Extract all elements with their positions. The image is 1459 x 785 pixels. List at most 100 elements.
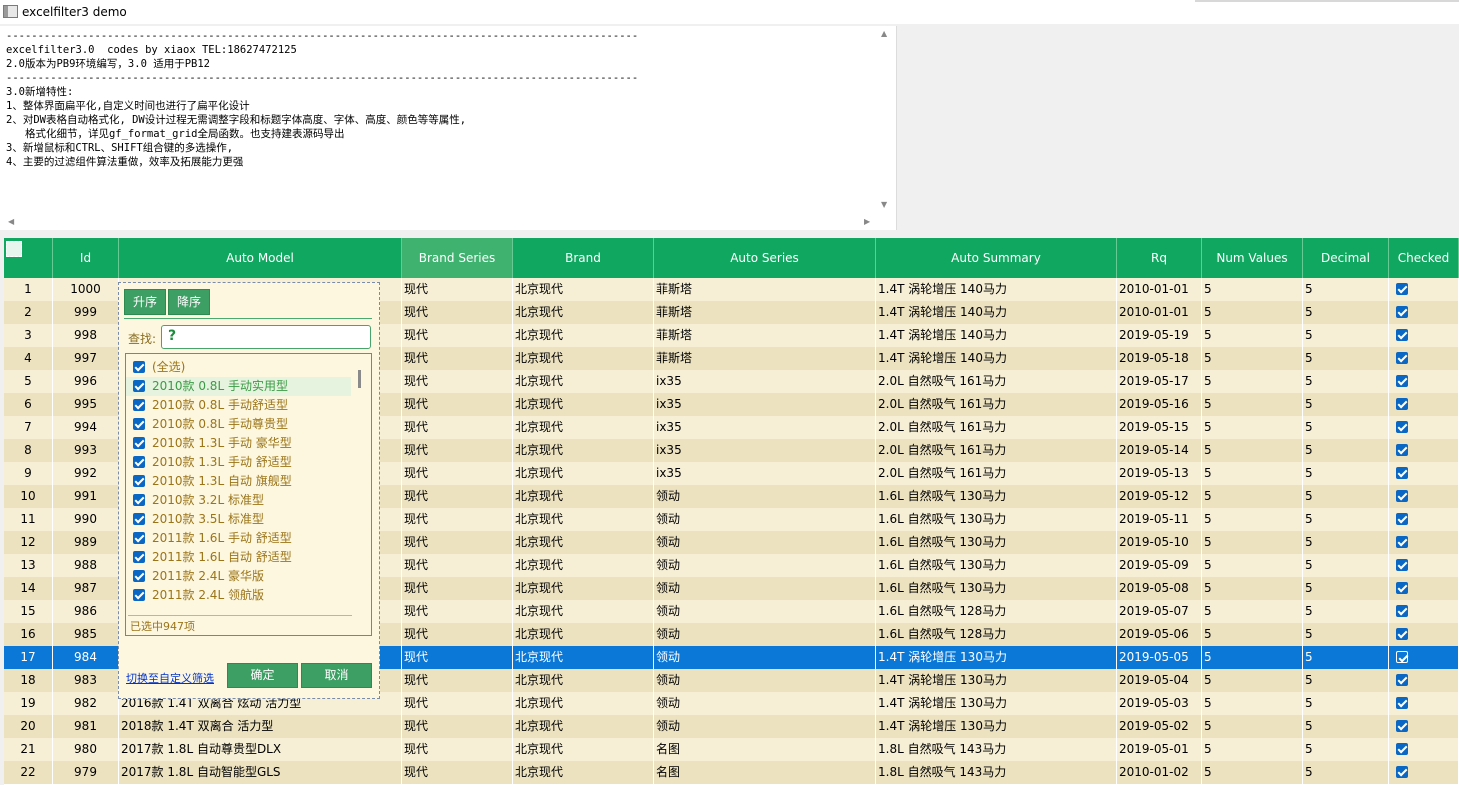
checkbox-checked-icon[interactable] <box>1396 582 1408 594</box>
checked-cell[interactable] <box>1389 462 1459 485</box>
decimal-values-cell[interactable]: 5 <box>1303 738 1389 761</box>
brand-series-cell[interactable]: 现代 <box>402 324 513 347</box>
num-values-cell[interactable]: 5 <box>1202 370 1303 393</box>
auto-summary-cell[interactable]: 1.4T 涡轮增压 140马力 <box>876 301 1117 324</box>
brand-series-cell[interactable]: 现代 <box>402 692 513 715</box>
checkbox-checked-icon[interactable] <box>1396 651 1408 663</box>
checkbox-checked-icon[interactable] <box>133 361 145 373</box>
select-all-checkbox[interactable] <box>6 241 22 257</box>
row-number[interactable]: 1 <box>4 278 53 301</box>
rq-cell[interactable]: 2019-05-02 <box>1117 715 1202 738</box>
brand-series-cell[interactable]: 现代 <box>402 646 513 669</box>
brand-cell[interactable]: 北京现代 <box>513 738 654 761</box>
checkbox-checked-icon[interactable] <box>1396 720 1408 732</box>
brand-cell[interactable]: 北京现代 <box>513 600 654 623</box>
brand-series-cell[interactable]: 现代 <box>402 600 513 623</box>
auto-series-cell[interactable]: ix35 <box>654 370 876 393</box>
checkbox-checked-icon[interactable] <box>1396 444 1408 456</box>
filter-list-item[interactable]: 2011款 2.4L 豪华版 <box>126 567 351 586</box>
checkbox-checked-icon[interactable] <box>1396 352 1408 364</box>
checked-cell[interactable] <box>1389 577 1459 600</box>
checkbox-checked-icon[interactable] <box>1396 743 1408 755</box>
auto-series-cell[interactable]: 菲斯塔 <box>654 301 876 324</box>
auto-summary-cell[interactable]: 2.0L 自然吸气 161马力 <box>876 370 1117 393</box>
rq-cell[interactable]: 2019-05-05 <box>1117 646 1202 669</box>
num-values-cell[interactable]: 5 <box>1202 278 1303 301</box>
checkbox-checked-icon[interactable] <box>1396 628 1408 640</box>
row-number[interactable]: 19 <box>4 692 53 715</box>
filter-list-item[interactable]: 2010款 1.3L 手动 豪华型 <box>126 434 351 453</box>
checked-cell[interactable] <box>1389 439 1459 462</box>
custom-filter-link[interactable]: 切换至自定义筛选 <box>126 670 214 686</box>
filter-value-list[interactable]: 已选中947项 (全选) 2010款 0.8L 手动实用型 2010款 0.8L 手… <box>125 353 372 636</box>
auto-summary-cell[interactable]: 2.0L 自然吸气 161马力 <box>876 393 1117 416</box>
filter-list-item[interactable]: 2010款 0.8L 手动实用型 <box>126 377 351 396</box>
decimal-values-cell[interactable]: 5 <box>1303 278 1389 301</box>
checkbox-checked-icon[interactable] <box>1396 559 1408 571</box>
checkbox-checked-icon[interactable] <box>1396 490 1408 502</box>
row-number[interactable]: 2 <box>4 301 53 324</box>
auto-summary-cell[interactable]: 1.4T 涡轮增压 140马力 <box>876 347 1117 370</box>
id-cell[interactable]: 986 <box>53 600 119 623</box>
brand-series-cell[interactable]: 现代 <box>402 393 513 416</box>
num-values-cell[interactable]: 5 <box>1202 577 1303 600</box>
auto-summary-cell[interactable]: 1.4T 涡轮增压 130马力 <box>876 692 1117 715</box>
checked-cell[interactable] <box>1389 393 1459 416</box>
brand-series-cell[interactable]: 现代 <box>402 439 513 462</box>
id-cell[interactable]: 982 <box>53 692 119 715</box>
id-cell[interactable]: 989 <box>53 531 119 554</box>
header-num-values[interactable]: Num Values <box>1202 238 1303 278</box>
filter-list-item[interactable]: 2010款 1.3L 手动 舒适型 <box>126 453 351 472</box>
header-rq[interactable]: Rq <box>1117 238 1202 278</box>
decimal-values-cell[interactable]: 5 <box>1303 462 1389 485</box>
auto-model-cell[interactable]: 2017款 1.8L 自动智能型GLS <box>119 761 402 784</box>
filter-list-item[interactable]: 2010款 3.2L 标准型 <box>126 491 351 510</box>
row-number[interactable]: 4 <box>4 347 53 370</box>
checkbox-checked-icon[interactable] <box>1396 766 1408 778</box>
decimal-values-cell[interactable]: 5 <box>1303 692 1389 715</box>
decimal-values-cell[interactable]: 5 <box>1303 669 1389 692</box>
rq-cell[interactable]: 2019-05-13 <box>1117 462 1202 485</box>
filter-list-item[interactable]: 2011款 1.6L 自动 舒适型 <box>126 548 351 567</box>
num-values-cell[interactable]: 5 <box>1202 439 1303 462</box>
brand-cell[interactable]: 北京现代 <box>513 416 654 439</box>
auto-series-cell[interactable]: 领动 <box>654 715 876 738</box>
row-number[interactable]: 9 <box>4 462 53 485</box>
header-id[interactable]: Id <box>53 238 119 278</box>
sort-ascending-button[interactable]: 升序 <box>124 289 166 315</box>
checkbox-checked-icon[interactable] <box>1396 674 1408 686</box>
scroll-left-icon[interactable]: ◀ <box>8 217 14 226</box>
id-cell[interactable]: 987 <box>53 577 119 600</box>
auto-series-cell[interactable]: ix35 <box>654 416 876 439</box>
num-values-cell[interactable]: 5 <box>1202 531 1303 554</box>
brand-cell[interactable]: 北京现代 <box>513 692 654 715</box>
memo-vertical-scrollbar[interactable]: ▲ ▼ <box>878 26 894 216</box>
scroll-up-icon[interactable]: ▲ <box>881 29 887 38</box>
rq-cell[interactable]: 2019-05-15 <box>1117 416 1202 439</box>
id-cell[interactable]: 996 <box>53 370 119 393</box>
auto-series-cell[interactable]: 领动 <box>654 669 876 692</box>
auto-series-cell[interactable]: 领动 <box>654 646 876 669</box>
id-cell[interactable]: 991 <box>53 485 119 508</box>
rq-cell[interactable]: 2010-01-01 <box>1117 278 1202 301</box>
scroll-right-icon[interactable]: ▶ <box>864 217 870 226</box>
rq-cell[interactable]: 2019-05-11 <box>1117 508 1202 531</box>
id-cell[interactable]: 1000 <box>53 278 119 301</box>
brand-cell[interactable]: 北京现代 <box>513 324 654 347</box>
num-values-cell[interactable]: 5 <box>1202 347 1303 370</box>
id-cell[interactable]: 988 <box>53 554 119 577</box>
id-cell[interactable]: 990 <box>53 508 119 531</box>
auto-summary-cell[interactable]: 2.0L 自然吸气 161马力 <box>876 462 1117 485</box>
id-cell[interactable]: 984 <box>53 646 119 669</box>
header-brand[interactable]: Brand <box>513 238 654 278</box>
brand-cell[interactable]: 北京现代 <box>513 347 654 370</box>
filter-list-item[interactable]: 2011款 1.6L 手动 舒适型 <box>126 529 351 548</box>
auto-series-cell[interactable]: 领动 <box>654 600 876 623</box>
brand-series-cell[interactable]: 现代 <box>402 623 513 646</box>
row-number[interactable]: 17 <box>4 646 53 669</box>
checkbox-checked-icon[interactable] <box>133 380 145 392</box>
auto-series-cell[interactable]: 名图 <box>654 738 876 761</box>
auto-series-cell[interactable]: ix35 <box>654 462 876 485</box>
auto-summary-cell[interactable]: 1.6L 自然吸气 128马力 <box>876 623 1117 646</box>
num-values-cell[interactable]: 5 <box>1202 646 1303 669</box>
